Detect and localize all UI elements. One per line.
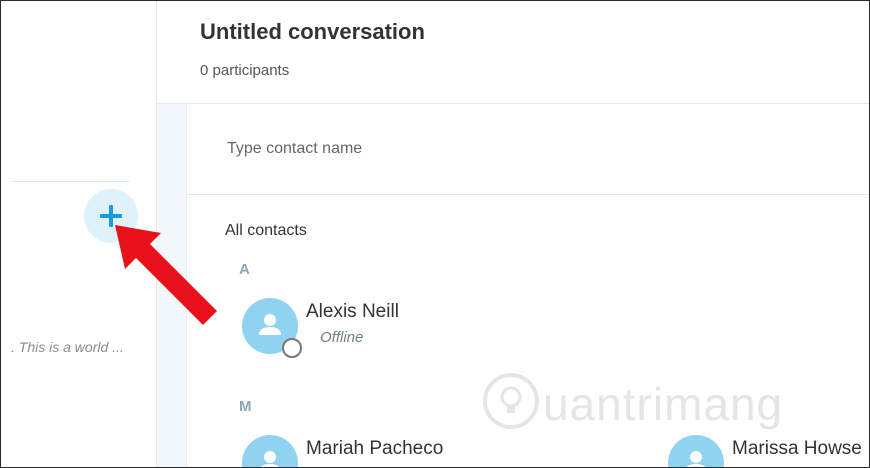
contact-item-mariah[interactable]: Mariah Pacheco — [242, 435, 502, 467]
person-icon — [686, 451, 706, 467]
add-participant-button[interactable] — [84, 189, 138, 243]
watermark-text: uantrimang — [543, 378, 784, 430]
offline-status-icon — [282, 338, 302, 358]
contact-name: Mariah Pacheco — [306, 438, 444, 459]
sidebar-divider — [11, 181, 129, 182]
plus-icon — [100, 205, 122, 227]
group-letter: M — [239, 398, 252, 415]
contact-search-input[interactable] — [227, 133, 827, 165]
conversation-header: Untitled conversation 0 participants — [157, 1, 869, 104]
contact-status: Offline — [320, 329, 364, 346]
app-window: . This is a world ... Untitled conversat… — [0, 0, 870, 468]
participants-count: 0 participants — [200, 62, 290, 79]
group-letter: A — [239, 261, 250, 278]
watermark: uantrimang — [479, 369, 799, 439]
lightbulb-icon — [483, 373, 539, 429]
contact-name: Marissa Howse — [732, 438, 862, 459]
conversation-preview[interactable]: . This is a world ... — [11, 339, 124, 355]
page-title[interactable]: Untitled conversation — [200, 19, 425, 45]
contacts-heading: All contacts — [225, 222, 307, 239]
panel-strip — [157, 104, 186, 467]
avatar — [668, 435, 724, 467]
person-icon — [260, 451, 280, 467]
contact-search — [187, 105, 869, 195]
contact-item-alexis[interactable]: Alexis Neill Offline — [242, 298, 482, 360]
contact-name: Alexis Neill — [306, 301, 399, 322]
sidebar: . This is a world ... — [1, 1, 156, 467]
contact-item-marissa[interactable]: Marissa Howse — [668, 435, 868, 467]
avatar — [242, 435, 298, 467]
